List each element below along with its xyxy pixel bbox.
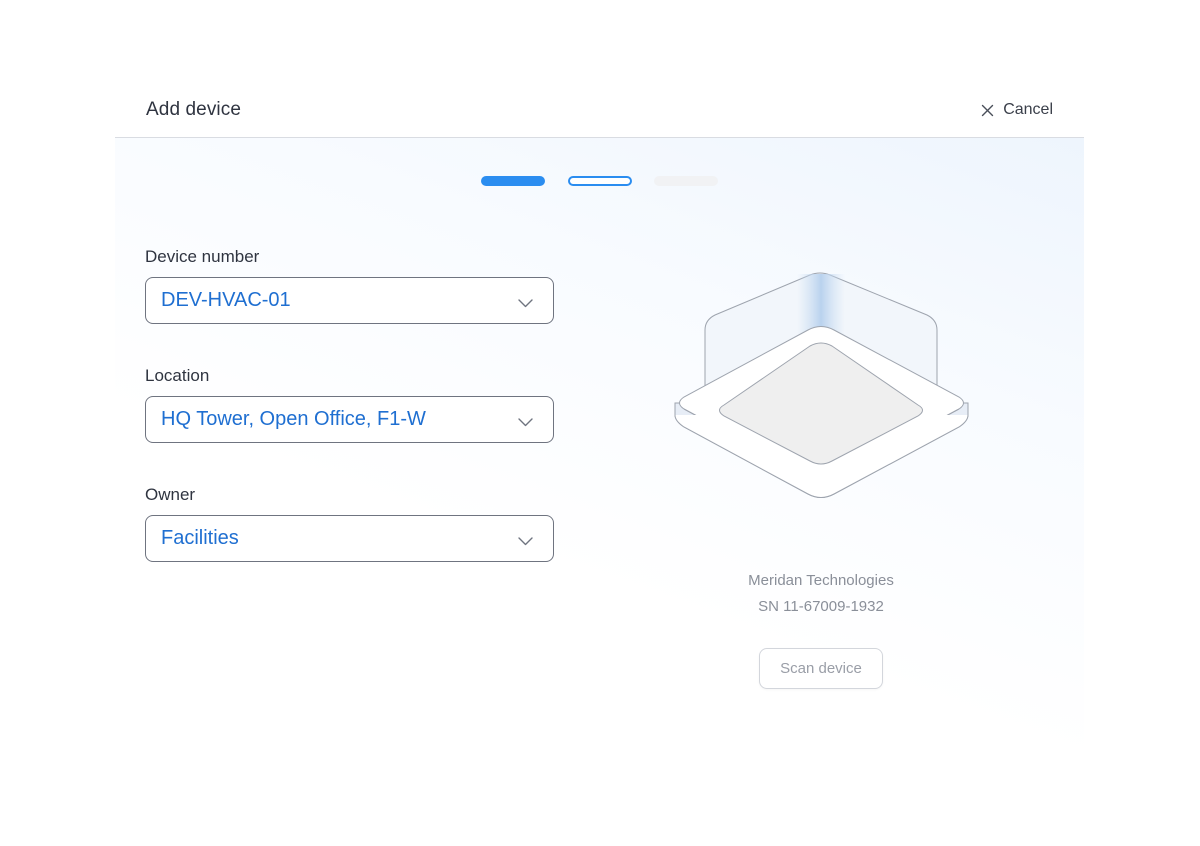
chevron-down-icon (518, 533, 533, 551)
owner-value: Facilities (161, 527, 239, 549)
dialog-content: Device number DEV-HVAC-01 Location HQ To… (115, 138, 1084, 788)
device-manufacturer: Meridan Technologies (748, 572, 894, 589)
device-number-value: DEV-HVAC-01 (161, 289, 291, 311)
device-serial-number: SN 11-67009-1932 (758, 598, 884, 615)
step-indicator-1 (481, 176, 545, 186)
page-title: Add device (146, 99, 242, 120)
chevron-down-icon (518, 295, 533, 313)
owner-label: Owner (145, 485, 196, 504)
location-value: HQ Tower, Open Office, F1-W (161, 408, 426, 430)
device-number-label: Device number (145, 247, 260, 266)
chevron-down-icon (518, 414, 533, 432)
add-device-page: Add device Cancel Device number DEV-HVAC… (0, 0, 1200, 846)
step-indicator-3 (654, 176, 718, 186)
owner-select[interactable]: Facilities (145, 515, 554, 562)
device-number-select[interactable]: DEV-HVAC-01 (145, 277, 554, 324)
cancel-button[interactable]: Cancel (981, 97, 1053, 123)
ceiling-hvac-unit-icon (670, 268, 972, 509)
location-label: Location (145, 366, 210, 385)
dialog-header: Add device Cancel (115, 82, 1084, 138)
close-icon (981, 104, 994, 117)
scan-device-button[interactable]: Scan device (759, 648, 883, 689)
location-select[interactable]: HQ Tower, Open Office, F1-W (145, 396, 554, 443)
cancel-label: Cancel (1003, 101, 1053, 118)
step-indicator-2 (568, 176, 632, 186)
